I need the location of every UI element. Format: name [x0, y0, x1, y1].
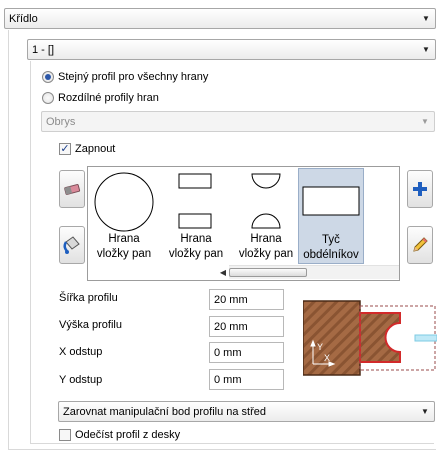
- pencil-icon: [413, 237, 428, 252]
- add-profile-button[interactable]: [407, 170, 433, 208]
- edge-select[interactable]: Obrys ▼: [41, 111, 435, 132]
- radio-different-profiles-label: Rozdílné profily hran: [58, 92, 159, 104]
- gallery-item-title: Hrana: [180, 233, 212, 245]
- subtract-profile-label: Odečíst profil z desky: [75, 429, 181, 441]
- gallery-item-selected[interactable]: Tyč obdélníkov: [298, 168, 364, 264]
- glass-pane-shape: [414, 334, 437, 342]
- axis-x-label: X: [324, 353, 330, 363]
- checkbox-unchecked[interactable]: [59, 429, 71, 441]
- gallery-item[interactable]: Hrana vložky pan: [162, 168, 230, 264]
- edit-profile-button[interactable]: [407, 226, 433, 264]
- gallery-scrollbar[interactable]: ◀ ▶: [220, 265, 399, 279]
- gallery-item[interactable]: Hrana vložky pan: [232, 168, 300, 264]
- circle-shape-icon: [94, 172, 154, 232]
- plus-icon: [413, 182, 427, 196]
- profile-preview: Y X: [303, 288, 437, 384]
- scroll-left-icon[interactable]: ◀: [217, 266, 229, 279]
- radio-different-profiles[interactable]: Rozdílné profily hran: [42, 91, 159, 105]
- checkbox-checked[interactable]: ✓: [59, 143, 71, 155]
- gallery-item-subtitle: vložky pan: [168, 248, 224, 260]
- subtract-profile-checkbox[interactable]: Odečíst profil z desky: [59, 428, 180, 442]
- width-input[interactable]: 20 mm: [209, 289, 284, 310]
- edge-select-value: Obrys: [46, 115, 76, 128]
- half-circles-shape-icon: [251, 173, 281, 229]
- align-point-select-value: Zarovnat manipulační bod profilu na stře…: [63, 405, 267, 418]
- item-select-value: 1 - []: [32, 43, 55, 56]
- paint-bucket-button[interactable]: [59, 226, 85, 264]
- part-type-select[interactable]: Křídlo ▼: [4, 8, 436, 29]
- radio-same-profile-label: Stejný profil pro všechny hrany: [58, 71, 209, 83]
- part-type-select-value: Křídlo: [9, 12, 38, 25]
- width-label: Šířka profilu: [59, 292, 118, 304]
- two-rects-shape-icon: [178, 173, 212, 229]
- radio-button[interactable]: [42, 92, 54, 104]
- chevron-down-icon: ▼: [421, 407, 429, 416]
- y-offset-input[interactable]: 0 mm: [209, 369, 284, 390]
- gallery-item-title: Tyč: [322, 234, 340, 246]
- group-border: [8, 30, 9, 450]
- gallery-item-title: Hrana: [108, 233, 140, 245]
- align-point-select[interactable]: Zarovnat manipulační bod profilu na stře…: [58, 401, 435, 422]
- chevron-down-icon: ▼: [421, 117, 429, 126]
- enable-checkbox[interactable]: ✓ Zapnout: [59, 142, 115, 156]
- gallery-item-subtitle: vložky pan: [238, 248, 294, 260]
- chevron-down-icon: ▼: [422, 14, 430, 23]
- radio-button[interactable]: [42, 71, 54, 83]
- height-input[interactable]: 20 mm: [209, 316, 284, 337]
- item-select[interactable]: 1 - [] ▼: [27, 39, 436, 60]
- group-border: [30, 443, 434, 444]
- rect-shape-icon: [302, 186, 360, 216]
- gallery-item[interactable]: Hrana vložky pan: [90, 168, 158, 264]
- x-offset-input[interactable]: 0 mm: [209, 342, 284, 363]
- eraser-icon: [64, 184, 81, 195]
- group-border: [30, 61, 31, 444]
- gallery-item-title: Hrana: [250, 233, 282, 245]
- scrollbar-thumb[interactable]: [229, 268, 307, 277]
- x-offset-label: X odstup: [59, 346, 103, 358]
- gallery-item-subtitle: vložky pan: [96, 248, 152, 260]
- y-offset-label: Y odstup: [59, 374, 103, 386]
- paint-bucket-icon: [63, 236, 80, 254]
- axis-y-label: Y: [317, 342, 323, 352]
- gallery-item-subtitle: obdélníkov: [303, 249, 359, 261]
- group-border: [8, 449, 436, 450]
- chevron-down-icon: ▼: [422, 45, 430, 54]
- enable-checkbox-label: Zapnout: [75, 143, 116, 155]
- radio-same-profile[interactable]: Stejný profil pro všechny hrany: [42, 70, 208, 84]
- height-label: Výška profilu: [59, 319, 122, 331]
- eraser-button[interactable]: [59, 170, 85, 208]
- profile-gallery: Hrana vložky pan Hrana vložky pan Hrana …: [87, 166, 400, 281]
